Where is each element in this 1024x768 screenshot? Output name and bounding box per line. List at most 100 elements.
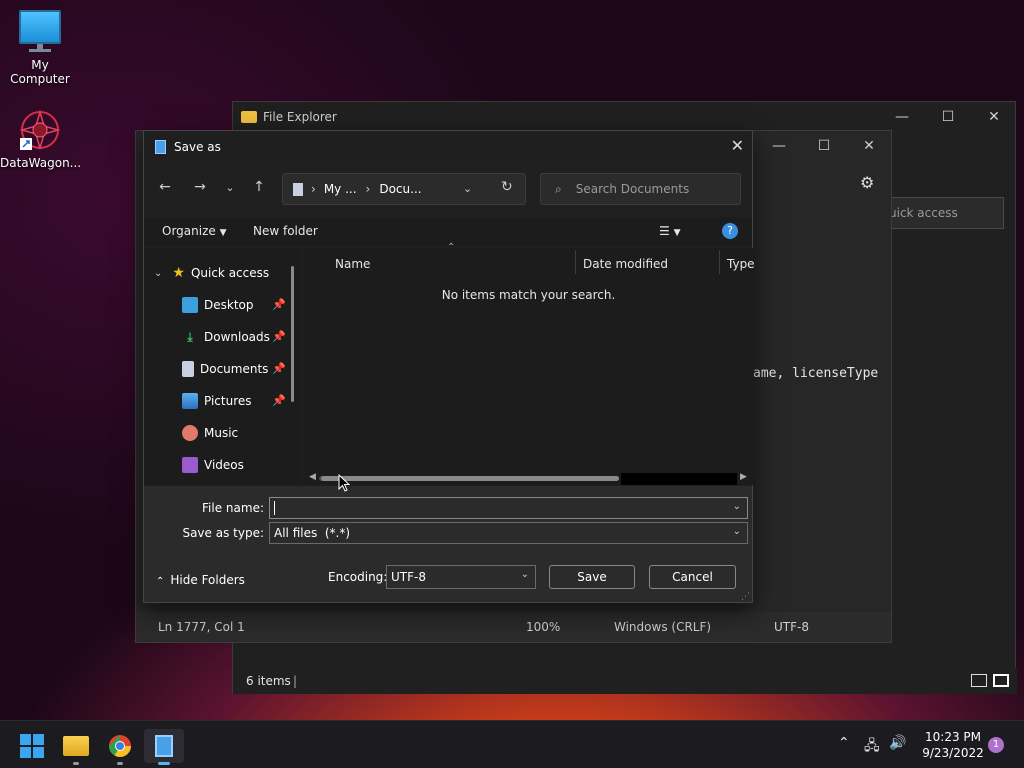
notepad-status-bar: Ln 1777, Col 1 100% Windows (CRLF) UTF-8 — [136, 612, 891, 642]
resize-grip-icon[interactable]: ⋰ — [741, 592, 750, 602]
scroll-right-icon[interactable]: ▶ — [740, 472, 747, 482]
file-list-pane[interactable]: ⌃ Name Date modified Type No items match… — [303, 242, 755, 485]
file-encoding: UTF-8 — [774, 620, 809, 634]
clock[interactable]: 10:23 PM 9/23/2022 — [918, 729, 988, 761]
notepad-icon — [155, 735, 173, 757]
windows-logo-icon — [20, 734, 44, 758]
refresh-icon[interactable]: ↻ — [501, 179, 513, 195]
desktop-icon-datawagon[interactable]: DataWagon... — [0, 108, 82, 170]
nav-item-desktop[interactable]: Desktop 📌 — [144, 291, 292, 319]
close-button[interactable]: ✕ — [971, 102, 1017, 132]
chevron-down-icon[interactable]: ⌄ — [521, 569, 529, 580]
chrome-icon — [109, 735, 131, 757]
navigation-pane[interactable]: ⌄ ★ Quick access Desktop 📌 ⤓ Downloads 📌… — [144, 248, 302, 485]
save-as-type-select[interactable]: All files (*.*) ⌄ — [269, 522, 748, 544]
nav-item-quick-access[interactable]: ⌄ ★ Quick access — [144, 259, 292, 287]
chevron-down-icon[interactable]: ⌄ — [154, 268, 162, 279]
gear-icon[interactable]: ⚙ — [860, 173, 874, 192]
pin-icon[interactable]: 📌 — [272, 298, 286, 311]
scroll-left-icon[interactable]: ◀ — [309, 472, 316, 482]
network-icon[interactable]: 🖧 — [864, 735, 880, 759]
up-arrow-icon[interactable]: ↑ — [249, 179, 269, 195]
taskbar-notepad[interactable] — [144, 729, 184, 765]
minimize-button[interactable]: — — [756, 131, 802, 161]
encoding-label: Encoding: — [328, 570, 388, 584]
column-header-type[interactable]: Type — [719, 252, 755, 276]
zoom-level: 100% — [526, 620, 561, 634]
chevron-down-icon[interactable]: ⌄ — [733, 526, 741, 537]
address-bar[interactable]: › My ... › Docu... ⌄ ↻ — [282, 173, 526, 205]
help-icon[interactable]: ? — [722, 223, 738, 239]
cancel-button[interactable]: Cancel — [649, 565, 736, 589]
file-name-label: File name: — [202, 501, 264, 515]
details-view-icon[interactable] — [971, 674, 987, 687]
desktop-icon-label: DataWagon... — [0, 156, 82, 170]
editor-text[interactable]: ame, licenseType — [753, 366, 878, 381]
chevron-up-icon[interactable]: ⌃ — [838, 735, 850, 751]
minimize-button[interactable]: — — [879, 102, 925, 132]
nav-item-videos[interactable]: Videos — [144, 451, 292, 479]
save-form: File name: ⌄ Save as type: All files (*.… — [144, 486, 752, 602]
breadcrumb-segment[interactable]: Docu... — [379, 182, 421, 196]
documents-icon — [182, 361, 194, 377]
pictures-icon — [182, 393, 198, 409]
app-shortcut-icon — [18, 108, 62, 152]
desktop-icon — [182, 297, 198, 313]
videos-icon — [182, 457, 198, 473]
column-header-name[interactable]: Name — [327, 252, 370, 276]
maximize-button[interactable]: ☐ — [925, 102, 971, 132]
taskbar: ⌃ 🖧 🔊 10:23 PM 9/23/2022 1 — [0, 720, 1024, 768]
nav-pane-scrollbar[interactable] — [291, 266, 294, 402]
start-button[interactable] — [12, 729, 52, 763]
encoding-select[interactable]: UTF-8 ⌄ — [386, 565, 536, 589]
desktop-icon-my-computer[interactable]: My Computer — [0, 10, 80, 86]
explorer-status-bar: 6 items | — [233, 668, 1017, 694]
save-as-dialog[interactable]: Save as ✕ ← → ⌄ ↑ › My ... › Docu... ⌄ ↻… — [143, 130, 755, 603]
chevron-down-icon[interactable]: ⌄ — [463, 182, 472, 195]
file-name-input[interactable]: ⌄ — [269, 497, 748, 519]
volume-icon[interactable]: 🔊 — [889, 735, 906, 751]
nav-item-pictures[interactable]: Pictures 📌 — [144, 387, 292, 415]
back-arrow-icon[interactable]: ← — [155, 179, 175, 195]
breadcrumb-segment[interactable]: My ... — [324, 182, 357, 196]
pin-icon[interactable]: 📌 — [272, 330, 286, 343]
text-cursor — [274, 501, 275, 515]
chevron-up-icon: ⌃ — [156, 576, 165, 587]
notepad-icon — [155, 139, 166, 154]
maximize-button[interactable]: ☐ — [801, 131, 847, 161]
desktop-icon-label: My Computer — [10, 58, 70, 86]
organize-button[interactable]: Organize ▼ — [162, 224, 227, 238]
taskbar-file-explorer[interactable] — [56, 729, 96, 765]
search-icon: ⌕ — [555, 181, 562, 196]
tiles-view-icon[interactable] — [993, 674, 1009, 687]
nav-item-documents[interactable]: Documents 📌 — [144, 355, 292, 383]
view-options-icon[interactable]: ☰ ▼ — [659, 224, 681, 238]
music-icon — [182, 425, 198, 441]
close-button[interactable]: ✕ — [846, 131, 892, 161]
search-input[interactable]: ⌕ Search Documents — [540, 173, 741, 205]
dialog-titlebar: Save as ✕ — [144, 131, 752, 162]
close-icon[interactable]: ✕ — [731, 136, 744, 155]
pin-icon[interactable]: 📌 — [272, 362, 286, 375]
pin-icon[interactable]: 📌 — [272, 394, 286, 407]
column-header-date-modified[interactable]: Date modified — [575, 252, 668, 276]
clock-date: 9/23/2022 — [922, 746, 984, 760]
chevron-down-icon[interactable]: ⌄ — [733, 501, 741, 512]
star-icon: ★ — [172, 265, 185, 281]
explorer-item-count: 6 items — [246, 674, 291, 688]
save-button[interactable]: Save — [549, 565, 635, 589]
explorer-search-input[interactable]: uick access — [888, 197, 1004, 229]
nav-item-music[interactable]: Music — [144, 419, 292, 447]
forward-arrow-icon[interactable]: → — [190, 179, 210, 195]
cursor-position: Ln 1777, Col 1 — [158, 620, 245, 634]
navigation-row: ← → ⌄ ↑ › My ... › Docu... ⌄ ↻ ⌕ Search … — [144, 171, 752, 207]
explorer-title: File Explorer — [263, 110, 337, 124]
recent-chevron-down-icon[interactable]: ⌄ — [220, 181, 240, 194]
new-folder-button[interactable]: New folder — [253, 224, 318, 238]
nav-item-downloads[interactable]: ⤓ Downloads 📌 — [144, 323, 292, 351]
horizontal-scrollbar[interactable]: ◀ ▶ — [303, 472, 754, 485]
hide-folders-button[interactable]: ⌃ Hide Folders — [156, 573, 245, 587]
taskbar-chrome[interactable] — [100, 729, 140, 765]
scrollbar-thumb[interactable] — [321, 476, 619, 481]
notification-badge[interactable]: 1 — [988, 737, 1004, 753]
